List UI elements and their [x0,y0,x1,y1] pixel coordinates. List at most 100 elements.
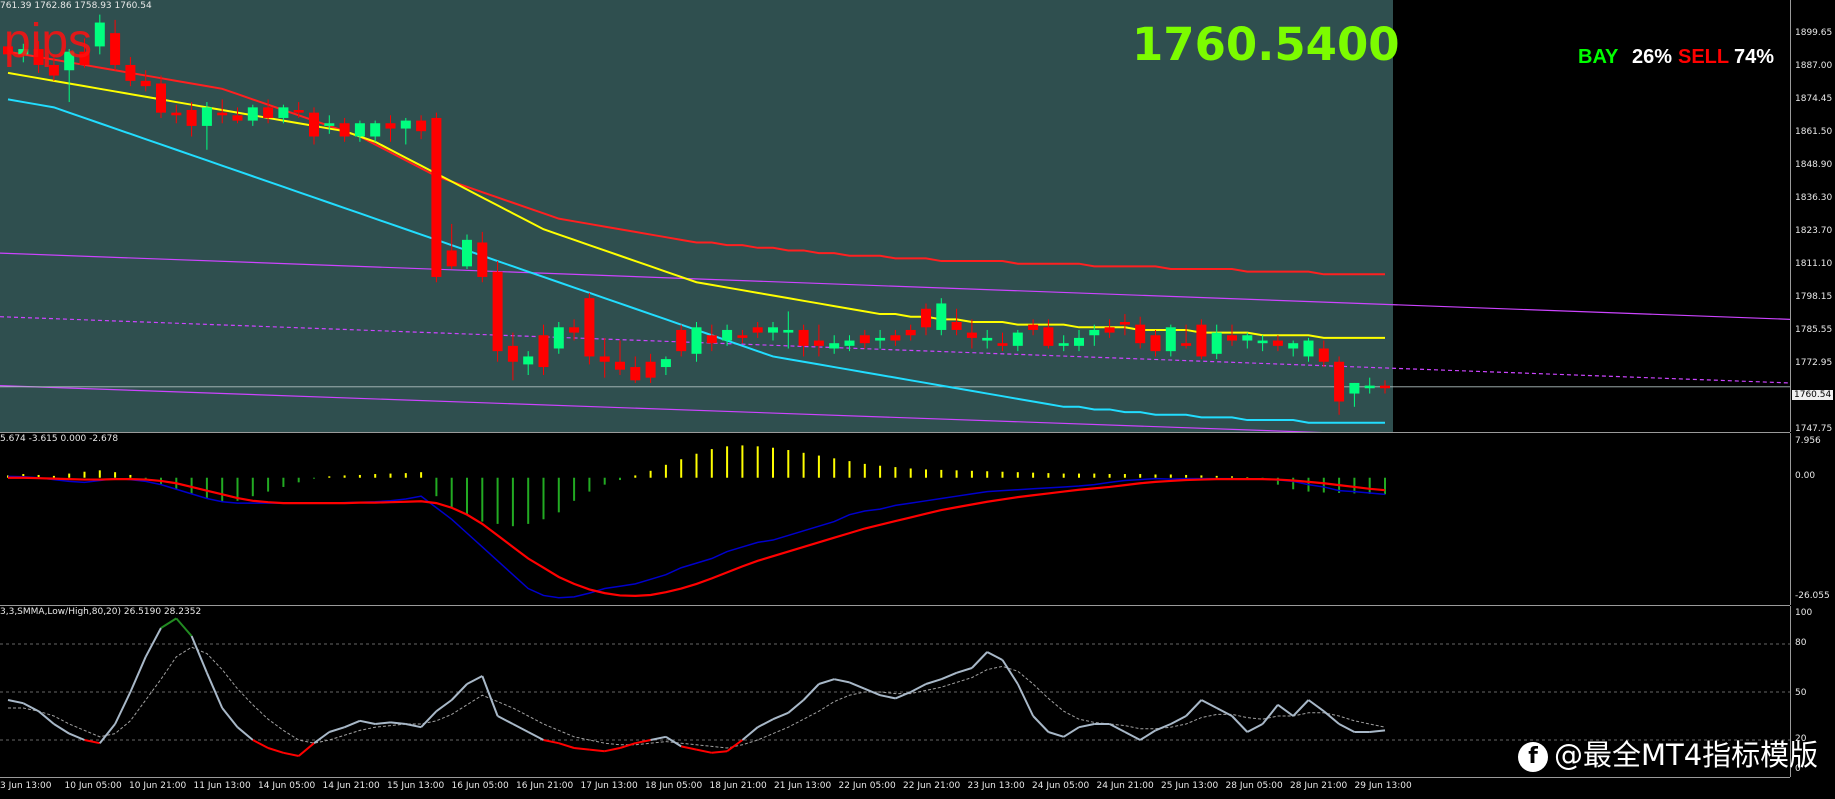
time-tick-label: 15 Jun 13:00 [387,781,445,791]
axis-tick-label: 1887.00 [1795,61,1833,71]
stochastic-main-segment [650,735,667,741]
stochastic-main-segment [1323,710,1340,725]
bear-candle [125,64,136,81]
sell-label: SELL [1678,46,1730,68]
stochastic-main-segment [22,702,40,713]
stochastic-main-segment [1124,731,1141,741]
ohlc-readout: 761.39 1762.86 1758.93 1760.54 [0,1,152,11]
bull-candle [553,327,564,349]
price-chart-pane[interactable]: 761.39 1762.86 1758.93 1760.54 pips 1760… [0,0,1790,433]
time-tick-label: 11 Jun 13:00 [193,781,251,791]
stochastic-main-segment [833,678,850,684]
stochastic-main-segment [589,748,605,753]
bull-candle [278,107,289,118]
stochastic-main-segment [1170,715,1187,725]
bear-candle [1272,340,1283,346]
stochastic-main-segment [497,715,514,725]
axis-tick-label: 1823.70 [1795,226,1833,236]
sell-percent: 74% [1734,46,1775,68]
bull-candle [1257,340,1268,344]
bull-candle [523,356,534,365]
time-tick-label: 10 Jun 05:00 [64,781,122,791]
bull-candle [936,303,947,330]
stochastic-main-segment [190,635,208,674]
stochastic-main-segment [573,747,590,751]
axis-tick-label: 1874.45 [1795,94,1833,104]
price-axis[interactable]: 1899.65 1887.00 1874.45 1861.50 1848.90 1836.… [1790,0,1835,434]
stochastic-main-segment [1139,729,1157,741]
axis-tick-label: 50 [1795,688,1807,698]
time-tick-label: 24 Jun 21:00 [1096,781,1154,791]
time-tick-label: 28 Jun 21:00 [1290,781,1348,791]
bear-candle [217,112,228,116]
macd-chart-svg [7,445,1386,599]
axis-tick-label: 1848.90 [1795,160,1833,170]
stochastic-main-segment [925,678,942,685]
stochastic-main-segment [129,656,147,693]
bear-candle [921,308,931,328]
bull-candle [829,343,840,349]
pips-label: pips [4,15,93,68]
stochastic-main-segment [1307,699,1325,713]
price-chart-svg[interactable] [0,0,1790,432]
time-tick-label: 17 Jun 13:00 [580,781,638,791]
bear-candle [599,356,610,362]
stochastic-main-segment [298,742,315,757]
bear-candle [1318,348,1329,362]
bull-candle [1288,343,1299,349]
stochastic-main-segment [772,711,789,721]
bull-candle [354,123,365,137]
stochastic-main-segment [527,731,544,741]
watermark-text: @最全MT4指标模版 [1554,738,1819,772]
axis-tick-label: 0.00 [1795,471,1816,481]
bull-candle [1089,329,1100,336]
stochastic-main-segment [267,747,284,754]
stochastic-main-segment [7,699,24,705]
bear-candle [1334,361,1345,402]
time-tick-label: 16 Jun 05:00 [451,781,509,791]
stochastic-main-segment [466,675,483,685]
stochastic-main-segment [512,723,529,733]
stochastic-main-segment [1369,729,1386,733]
macd-pane[interactable]: 5.674 -3.615 0.000 -2.678 [0,433,1790,606]
bear-candle [140,80,151,87]
watermark-logo-icon: f [1518,742,1548,772]
axis-tick-label: 1798.15 [1795,292,1833,302]
bull-candle [722,329,733,341]
bear-candle [1135,324,1146,344]
stochastic-main-segment [1016,683,1035,717]
bear-candle [966,332,977,338]
bear-candle [156,83,166,113]
bear-candle [263,107,274,118]
bull-candle [783,329,794,333]
stochastic-main-segment [711,750,728,754]
bear-candle [1227,335,1237,341]
bull-candle [691,327,702,354]
bull-candle [1242,335,1253,341]
current-price-display: 1760.5400 [1132,18,1400,71]
bear-candle [1150,335,1161,352]
bear-candle [706,335,717,344]
stochastic-main-segment [359,719,376,725]
bull-candle [844,340,855,346]
stochastic-main-segment [175,617,193,637]
axis-tick-label: 80 [1795,638,1807,648]
bear-candle [951,322,962,330]
bull-candle [1074,337,1084,346]
time-axis[interactable]: 3 Jun 13:00 10 Jun 05:00 10 Jun 21:00 11 Ju… [0,778,1790,799]
current-price-tag: 1760.54 [1792,390,1834,400]
bear-candle [890,335,901,341]
bull-candle [1349,382,1360,394]
bear-candle [905,329,916,336]
stochastic-main-segment [726,739,743,753]
stochastic-main-segment [971,651,988,669]
stochastic-main-segment [1292,699,1310,717]
bear-candle [186,110,197,126]
stochastic-values-label: 3,3,SMMA,Low/High,80,20) 26.5190 28.2352 [0,607,202,617]
bull-candle [982,337,993,341]
bear-candle [630,367,641,381]
time-tick-label: 3 Jun 13:00 [0,781,52,791]
axis-tick-label: 7.956 [1795,436,1821,446]
stochastic-main-segment [986,651,1003,661]
bear-candle [1104,327,1115,333]
